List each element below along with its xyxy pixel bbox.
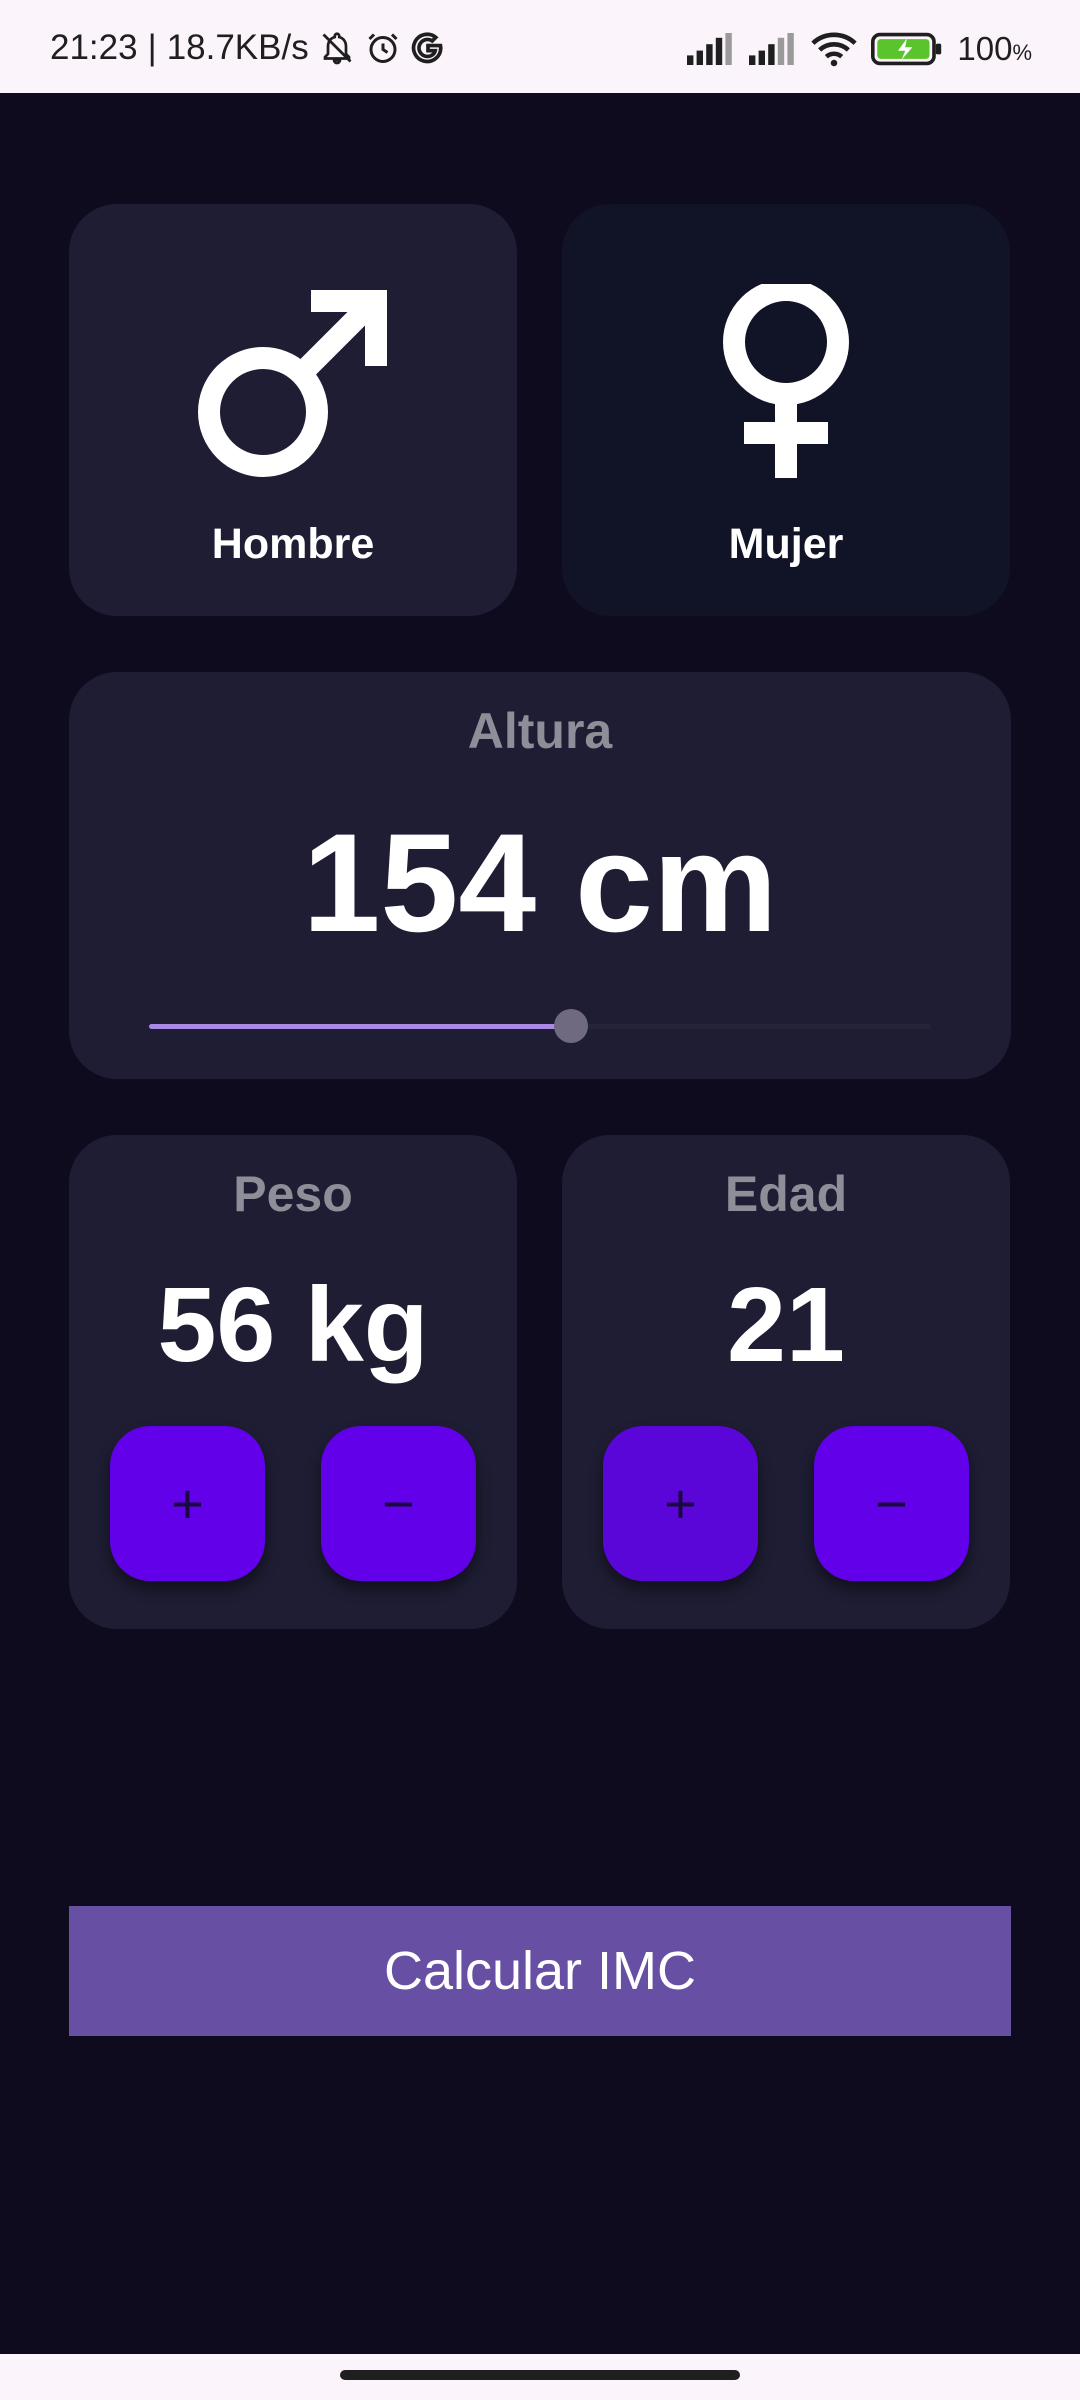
male-card[interactable]: Hombre [69, 204, 517, 616]
signal-icon [749, 33, 795, 65]
age-minus-button[interactable]: − [814, 1426, 969, 1581]
network-speed: 18.7KB/s [166, 28, 309, 67]
battery-percent: 100% [957, 30, 1032, 67]
age-value: 21 [727, 1266, 845, 1384]
weight-plus-button[interactable]: + [110, 1426, 265, 1581]
weight-card: Peso 56 kg + − [69, 1135, 517, 1629]
minus-icon: − [382, 1472, 415, 1535]
height-title: Altura [467, 703, 613, 759]
battery-charging-icon [871, 32, 942, 66]
height-value: 154 cm [302, 804, 778, 961]
height-card: Altura 154 cm [69, 672, 1011, 1079]
calculate-button[interactable]: Calcular IMC [69, 1906, 1011, 2036]
weight-minus-button[interactable]: − [321, 1426, 476, 1581]
male-label: Hombre [211, 520, 375, 568]
signal-icon [687, 33, 733, 65]
navigation-bar [0, 2354, 1080, 2400]
status-bar: 21:23 | 18.7KB/s 100% [0, 0, 1080, 93]
weight-title: Peso [233, 1166, 353, 1222]
height-slider-fill [149, 1024, 572, 1029]
female-card[interactable]: Mujer [562, 204, 1010, 616]
height-slider-thumb[interactable] [554, 1009, 589, 1043]
alarm-icon [368, 33, 398, 63]
height-slider[interactable] [149, 1009, 931, 1043]
female-label: Mujer [728, 520, 844, 568]
status-separator: | [147, 28, 157, 67]
minus-icon: − [875, 1472, 908, 1535]
google-icon [411, 32, 443, 64]
age-plus-button[interactable]: + [603, 1426, 758, 1581]
male-icon [198, 290, 387, 477]
female-icon [723, 284, 849, 478]
age-title: Edad [724, 1166, 848, 1222]
status-right: 100% [687, 30, 1032, 68]
wifi-icon [811, 32, 858, 67]
plus-icon: + [664, 1472, 697, 1535]
plus-icon: + [171, 1472, 204, 1535]
weight-value: 56 kg [157, 1266, 429, 1384]
status-time: 21:23 [50, 28, 138, 67]
age-card: Edad 21 + − [562, 1135, 1010, 1629]
bell-off-icon [322, 32, 352, 65]
home-indicator[interactable] [340, 2370, 740, 2380]
status-left: 21:23 | 18.7KB/s [50, 28, 445, 68]
